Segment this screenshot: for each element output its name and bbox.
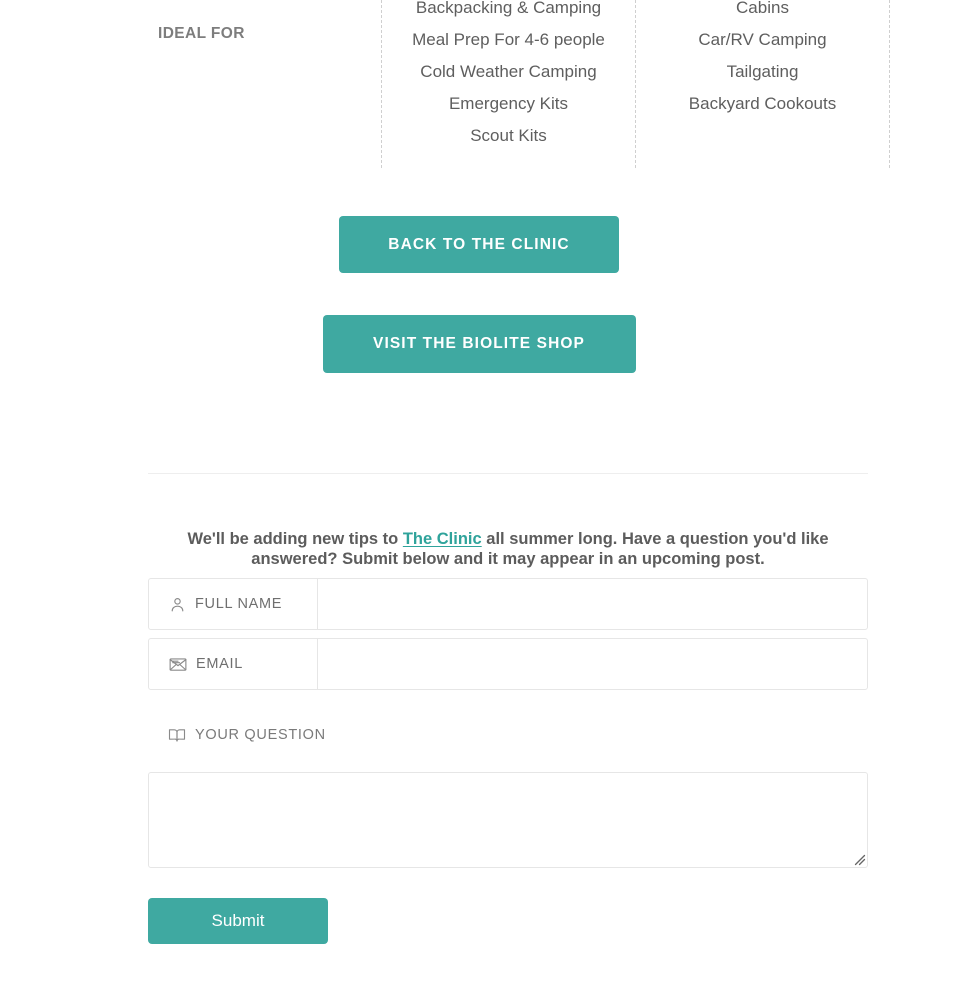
spec-row-label: IDEAL FOR bbox=[158, 24, 245, 42]
full-name-input[interactable] bbox=[318, 579, 867, 629]
your-question-label: YOUR QUESTION bbox=[195, 727, 326, 743]
your-question-label-cell: YOUR QUESTION bbox=[148, 722, 868, 748]
spec-column-1: Backpacking & Camping Meal Prep For 4-6 … bbox=[381, 0, 635, 168]
spec-column-2: Cabins Car/RV Camping Tailgating Backyar… bbox=[635, 0, 890, 168]
full-name-field-row: FULL NAME bbox=[148, 578, 868, 630]
email-label-cell: EMAIL bbox=[149, 639, 318, 689]
visit-biolite-shop-button[interactable]: VISIT THE BIOLITE SHOP bbox=[322, 315, 636, 373]
cta-row-1: BACK TO THE CLINIC bbox=[0, 216, 958, 273]
cta-button-group: BACK TO THE CLINIC VISIT THE BIOLITE SHO… bbox=[0, 216, 958, 373]
email-label: EMAIL bbox=[196, 656, 244, 672]
spec-item: Car/RV Camping bbox=[698, 30, 827, 49]
section-divider bbox=[148, 473, 868, 474]
envelope-icon bbox=[169, 657, 187, 672]
email-field-row: EMAIL bbox=[148, 638, 868, 690]
full-name-label-cell: FULL NAME bbox=[149, 579, 318, 629]
question-textarea-wrapper bbox=[148, 772, 868, 868]
open-book-icon bbox=[168, 727, 186, 743]
spec-table: IDEAL FOR Backpacking & Camping Meal Pre… bbox=[148, 0, 890, 168]
user-icon bbox=[169, 596, 186, 613]
back-to-clinic-button[interactable]: BACK TO THE CLINIC bbox=[339, 216, 619, 273]
spec-row-label-cell: IDEAL FOR bbox=[148, 0, 381, 168]
email-input[interactable] bbox=[318, 639, 867, 689]
spec-item: Backpacking & Camping bbox=[415, 0, 602, 17]
intro-paragraph: We'll be adding new tips to The Clinic a… bbox=[148, 529, 868, 569]
spec-item: Cold Weather Camping bbox=[420, 62, 597, 81]
cta-row-2: VISIT THE BIOLITE SHOP bbox=[0, 315, 958, 373]
spec-item: Cabins bbox=[736, 0, 789, 17]
your-question-textarea[interactable] bbox=[148, 772, 868, 868]
spec-item: Emergency Kits bbox=[448, 94, 569, 113]
spec-item: Tailgating bbox=[726, 62, 799, 81]
spec-item: Meal Prep For 4-6 people bbox=[412, 30, 605, 49]
full-name-label: FULL NAME bbox=[195, 596, 283, 612]
intro-text-before-link: We'll be adding new tips to bbox=[187, 529, 403, 548]
spec-item: Backyard Cookouts bbox=[688, 94, 837, 113]
question-submission-form: FULL NAME EMAIL YOUR QUESTION Submit bbox=[148, 578, 868, 944]
spec-item: Scout Kits bbox=[470, 126, 547, 145]
the-clinic-link[interactable]: The Clinic bbox=[403, 530, 482, 548]
submit-button[interactable]: Submit bbox=[148, 898, 328, 944]
